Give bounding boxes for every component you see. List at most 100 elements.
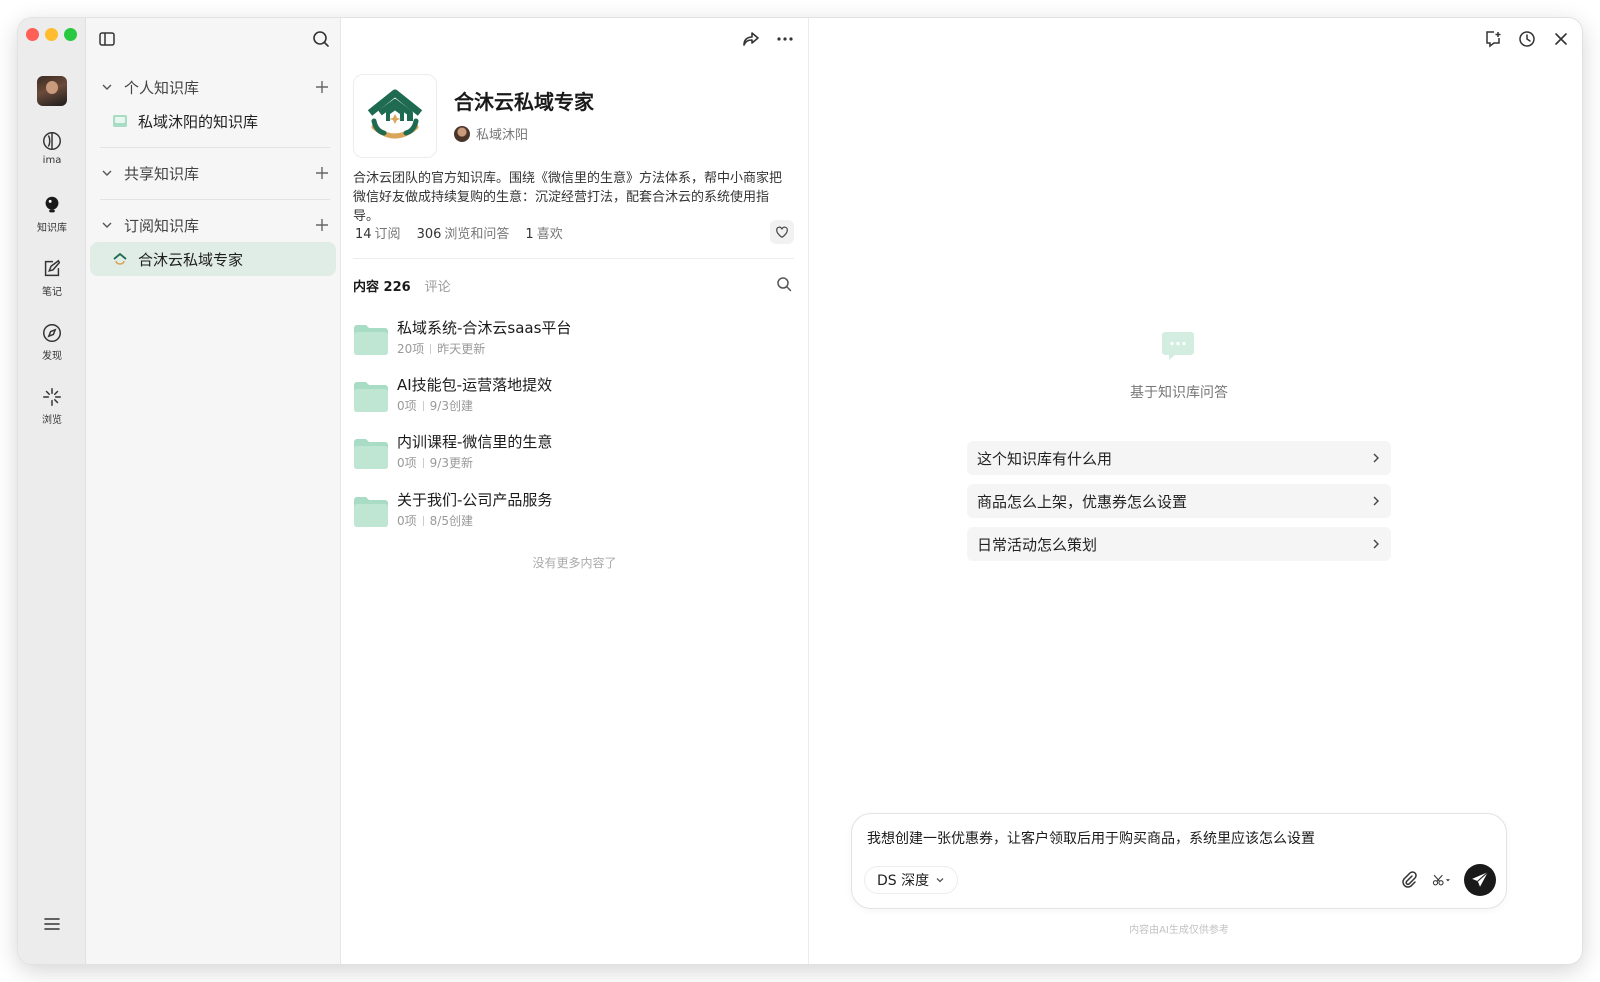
section-header-personal[interactable]: 个人知识库 <box>86 72 340 102</box>
section-personal: 个人知识库 私域沐阳的知识库 <box>86 72 340 138</box>
folder-name: 关于我们-公司产品服务 <box>397 491 553 509</box>
sidebar-divider <box>100 199 330 200</box>
author-name: 私域沐阳 <box>476 128 529 143</box>
folder-item[interactable]: 私域系统-合沐云saas平台 20项 昨天更新 <box>353 318 793 364</box>
search-icon[interactable] <box>776 276 792 292</box>
rail-label: 浏览 <box>42 415 62 426</box>
rail-label: 知识库 <box>37 223 67 234</box>
rail-item-discover[interactable]: 发现 <box>18 322 86 362</box>
attachment-icon[interactable] <box>1400 871 1418 889</box>
chevron-right-icon <box>1373 453 1379 463</box>
send-button[interactable] <box>1464 864 1496 896</box>
sidebar-toggle-icon[interactable] <box>98 30 116 48</box>
kb-author[interactable]: 私域沐阳 <box>454 124 528 143</box>
chevron-down-icon[interactable] <box>100 166 114 180</box>
rail-item-notes[interactable]: 笔记 <box>18 258 86 298</box>
more-icon[interactable] <box>776 30 794 48</box>
compass-icon <box>43 324 61 342</box>
new-chat-icon[interactable] <box>1484 30 1502 48</box>
kb-logo-icon <box>367 89 423 139</box>
rail-label: 笔记 <box>42 287 62 298</box>
model-selector[interactable]: DS 深度 <box>864 866 959 894</box>
chat-bubble-icon <box>1162 332 1194 360</box>
bulb-icon <box>45 196 59 213</box>
kb-title: 合沐云私域专家 <box>454 90 594 114</box>
divider <box>353 258 794 259</box>
sidebar-toolbar <box>98 30 330 52</box>
chat-empty-label: 基于知识库问答 <box>1130 385 1228 401</box>
folder-meta: 0项 9/3创建 <box>397 399 473 413</box>
stat-subscribe: 14 订阅 <box>355 227 401 242</box>
plus-icon[interactable] <box>314 79 330 95</box>
sidebar: 个人知识库 私域沐阳的知识库 共享知识库 订阅知识库 合沐云私域专家 <box>86 18 341 964</box>
sidebar-divider <box>100 147 330 148</box>
app-window: ima 知识库 笔记 发现 浏览 个人知识库 私域沐阳的知识库 共享知识库 订阅… <box>18 18 1582 964</box>
rail-item-browse[interactable]: 浏览 <box>18 386 86 426</box>
sidebar-item-personal-kb[interactable]: 私域沐阳的知识库 <box>90 104 336 138</box>
chevron-down-icon[interactable] <box>100 218 114 232</box>
chevron-right-icon <box>1373 539 1379 549</box>
rail-item-ima[interactable]: ima <box>18 130 86 166</box>
folder-meta: 20项 昨天更新 <box>397 342 486 356</box>
suggestion-item[interactable]: 日常活动怎么策划 <box>967 527 1391 561</box>
folder-icon <box>354 497 388 527</box>
tab-comments[interactable]: 评论 <box>425 276 451 295</box>
book-icon <box>113 115 127 127</box>
plus-icon[interactable] <box>314 165 330 181</box>
folder-item[interactable]: 关于我们-公司产品服务 0项 8/5创建 <box>353 490 793 536</box>
suggestion-item[interactable]: 这个知识库有什么用 <box>967 441 1391 475</box>
model-label: DS 深度 <box>877 873 930 889</box>
folder-item[interactable]: 内训课程-微信里的生意 0项 9/3更新 <box>353 432 793 478</box>
nav-rail: ima 知识库 笔记 发现 浏览 <box>18 18 86 964</box>
history-icon[interactable] <box>1518 30 1536 48</box>
folder-meta: 0项 9/3更新 <box>397 456 473 470</box>
chat-toolbar <box>1484 30 1570 48</box>
kb-description: 合沐云团队的官方知识库。围绕《微信里的生意》方法体系，帮中小商家把微信好友做成持… <box>353 171 783 224</box>
chevron-down-icon[interactable] <box>100 80 114 94</box>
folder-item[interactable]: AI技能包-运营落地提效 0项 9/3创建 <box>353 375 793 421</box>
section-subscribed: 订阅知识库 合沐云私域专家 <box>86 210 340 276</box>
kb-stats: 14 订阅 306 浏览和问答 1 喜欢 <box>355 223 563 242</box>
rail-label: ima <box>42 155 62 166</box>
suggestion-item[interactable]: 商品怎么上架，优惠券怎么设置 <box>967 484 1391 518</box>
folder-name: 内训课程-微信里的生意 <box>397 433 553 451</box>
rail-item-knowledge[interactable]: 知识库 <box>18 194 86 234</box>
section-title: 个人知识库 <box>124 78 200 97</box>
note-icon <box>44 259 61 277</box>
tab-content[interactable]: 内容 226 <box>353 276 411 295</box>
like-button[interactable] <box>770 220 794 244</box>
scissors-icon[interactable] <box>1432 871 1450 889</box>
folder-name: AI技能包-运营落地提效 <box>397 376 553 394</box>
ima-icon <box>43 132 61 150</box>
suggestion-text: 日常活动怎么策划 <box>977 535 1098 554</box>
minimize-window-button[interactable] <box>45 28 58 41</box>
section-header-shared[interactable]: 共享知识库 <box>86 158 340 188</box>
author-avatar <box>454 125 470 142</box>
chevron-down-icon <box>936 878 944 883</box>
chat-input-box[interactable]: 我想创建一张优惠券，让客户领取后用于购买商品，系统里应该怎么设置 DS 深度 <box>851 813 1507 909</box>
share-icon[interactable] <box>742 30 760 48</box>
rail-label: 发现 <box>42 351 62 362</box>
section-header-subscribed[interactable]: 订阅知识库 <box>86 210 340 240</box>
menu-icon[interactable] <box>42 914 62 934</box>
maximize-window-button[interactable] <box>64 28 77 41</box>
user-avatar[interactable] <box>37 76 67 106</box>
kb-detail-pane: 合沐云私域专家 私域沐阳 合沐云团队的官方知识库。围绕《微信里的生意》方法体系，… <box>341 18 809 964</box>
search-icon[interactable] <box>312 30 330 48</box>
close-icon[interactable] <box>1552 30 1570 48</box>
ai-disclaimer: 内容由AI生成仅供参考 <box>1129 925 1229 936</box>
sidebar-item-label: 私域沐阳的知识库 <box>138 112 259 131</box>
folder-icon <box>354 382 388 412</box>
close-window-button[interactable] <box>26 28 39 41</box>
kb-logo-icon <box>113 252 127 265</box>
sparkle-icon <box>43 388 61 406</box>
kb-logo <box>353 74 437 158</box>
plus-icon[interactable] <box>314 217 330 233</box>
section-title: 共享知识库 <box>124 164 200 183</box>
suggestion-text: 这个知识库有什么用 <box>977 449 1113 468</box>
sidebar-item-subscribed-kb[interactable]: 合沐云私域专家 <box>90 242 336 276</box>
chat-input[interactable]: 我想创建一张优惠券，让客户领取后用于购买商品，系统里应该怎么设置 <box>867 828 1315 848</box>
stat-views: 306 浏览和问答 <box>416 227 510 242</box>
section-title: 订阅知识库 <box>124 216 200 235</box>
folder-icon <box>354 439 388 469</box>
